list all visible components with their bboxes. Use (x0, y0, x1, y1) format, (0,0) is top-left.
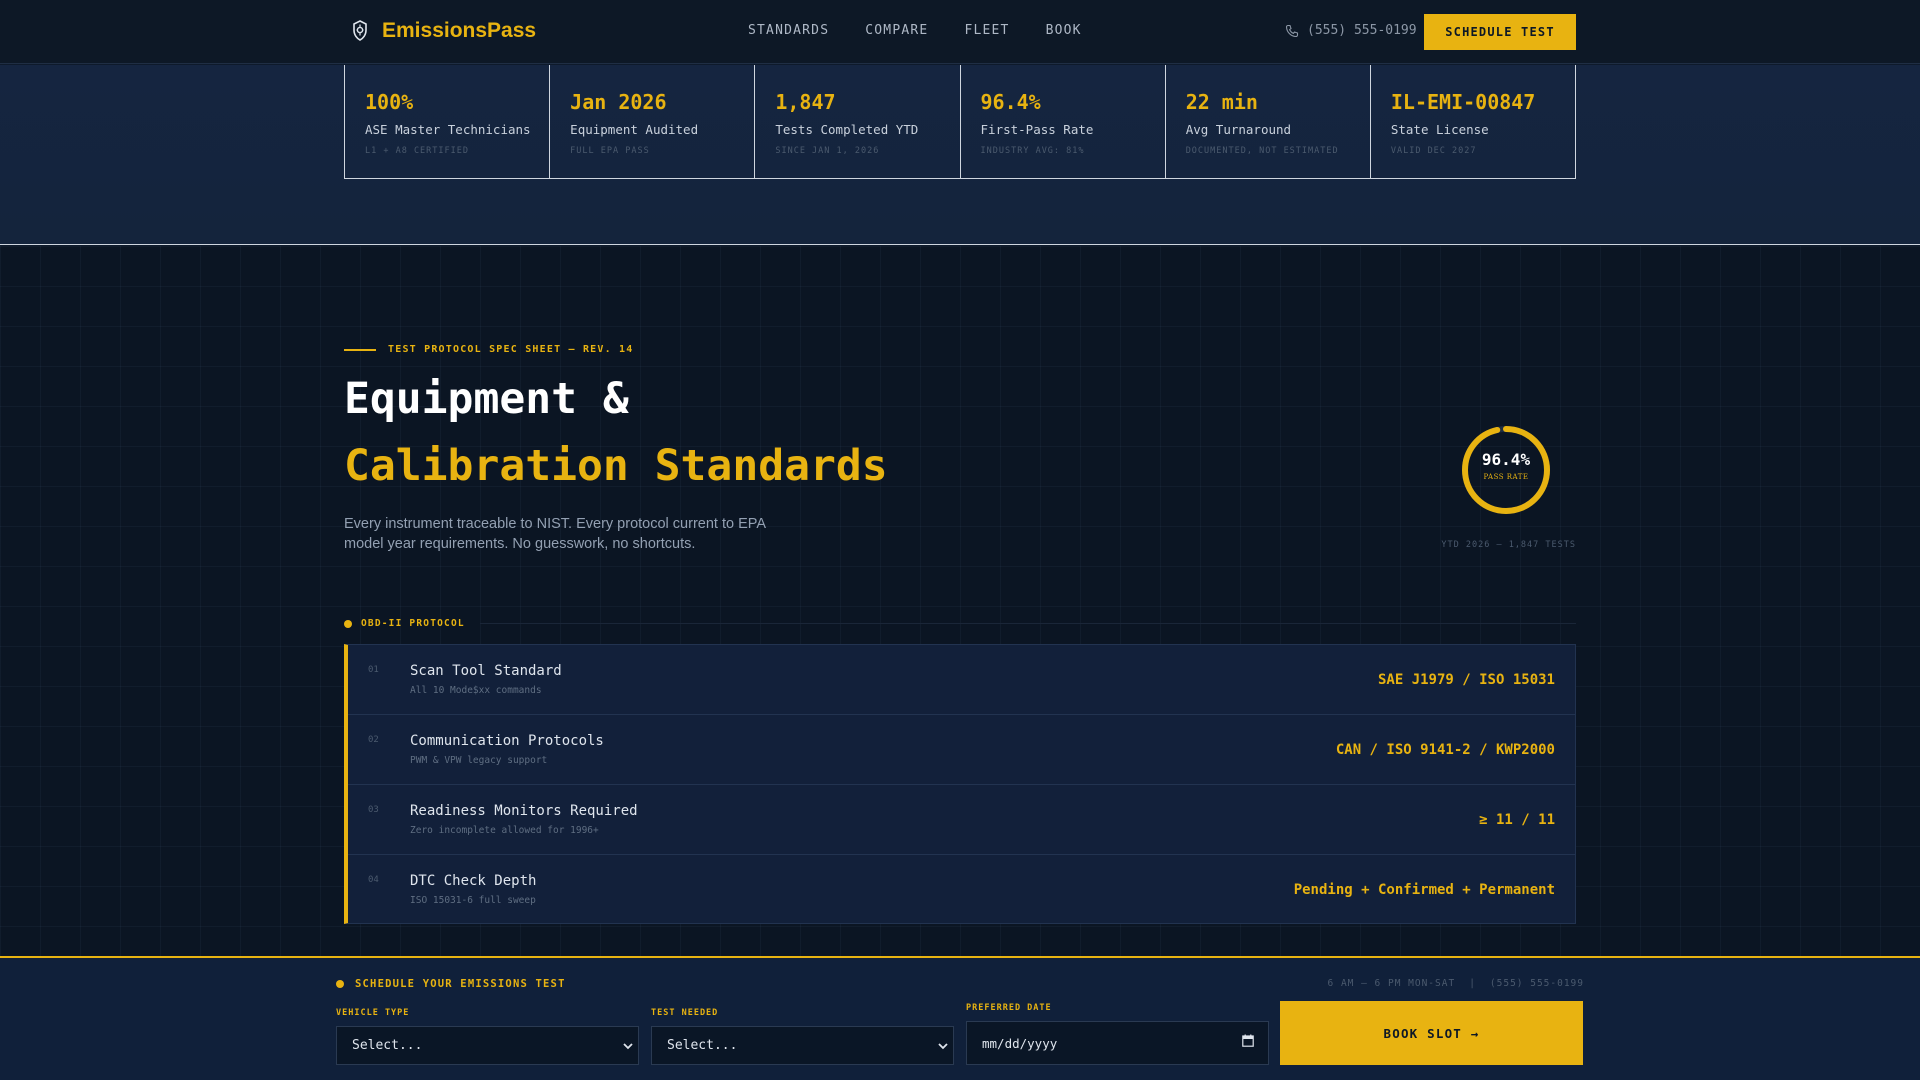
nav-links: STANDARDS COMPARE FLEET BOOK (748, 23, 1082, 38)
booking-label: SCHEDULE YOUR EMISSIONS TEST (336, 978, 566, 990)
schedule-test-button[interactable]: SCHEDULE TEST (1424, 14, 1576, 50)
nav-link-fleet[interactable]: FLEET (964, 23, 1009, 38)
stat-value: 96.4% (980, 90, 1041, 114)
nav-link-standards[interactable]: STANDARDS (748, 23, 829, 38)
test-needed-value: Select... (667, 1038, 738, 1053)
nav-phone[interactable]: (555) 555-0199 (1285, 23, 1417, 38)
row-number: 01 (368, 665, 379, 675)
row-value: CAN / ISO 9141-2 / KWP2000 (1335, 742, 1555, 758)
status-dot-icon (336, 980, 344, 988)
chevron-down-icon (938, 1043, 948, 1050)
emissions-badge-icon (353, 20, 367, 41)
booking-label-text: SCHEDULE YOUR EMISSIONS TEST (355, 978, 566, 990)
stat-value: 100% (365, 90, 414, 114)
row-subtitle: All 10 Mode$xx commands (410, 685, 542, 696)
preferred-date-label: PREFERRED DATE (966, 1003, 1052, 1013)
stat-label: ASE Master Technicians (365, 122, 531, 137)
row-subtitle: Zero incomplete allowed for 1996+ (410, 825, 599, 836)
brand-name: EmissionsPass (382, 19, 537, 42)
chevron-down-icon (623, 1043, 633, 1050)
book-slot-button[interactable]: BOOK SLOT → (1280, 1001, 1583, 1065)
nav-link-book[interactable]: BOOK (1046, 23, 1082, 38)
stat-tests-completed: 1,847 Tests Completed YTD SINCE JAN 1, 2… (755, 65, 961, 178)
row-title: Communication Protocols (410, 733, 604, 749)
nav-link-compare[interactable]: COMPARE (865, 23, 928, 38)
row-value: SAE J1979 / ISO 15031 (1377, 672, 1555, 688)
eyebrow: TEST PROTOCOL SPEC SHEET — REV. 14 (344, 344, 634, 355)
test-needed-select[interactable]: Select... (651, 1026, 954, 1065)
row-title: DTC Check Depth (410, 873, 537, 889)
phone-icon (1285, 24, 1299, 37)
table-row: 04 DTC Check Depth ISO 15031-6 full swee… (348, 855, 1575, 925)
section-label-text: OBD-II PROTOCOL (361, 618, 465, 629)
stat-label: Avg Turnaround (1185, 122, 1292, 137)
stat-label: First-Pass Rate (980, 122, 1094, 137)
pass-rate-gauge: 96.4% PASS RATE (1459, 423, 1553, 517)
section-divider (479, 623, 1576, 624)
test-needed-label: TEST NEEDED (651, 1008, 719, 1018)
row-title: Scan Tool Standard (410, 663, 562, 679)
nav-phone-number: (555) 555-0199 (1307, 23, 1417, 38)
vehicle-type-label: VEHICLE TYPE (336, 1008, 410, 1018)
stat-state-license: IL-EMI-00847 State License VALID DEC 202… (1371, 65, 1575, 178)
stat-sub: L1 + A8 CERTIFIED (365, 146, 469, 156)
eyebrow-rule (344, 348, 376, 351)
row-subtitle: ISO 15031-6 full sweep (410, 895, 536, 906)
brand[interactable]: EmissionsPass (352, 19, 536, 43)
table-row: 02 Communication Protocols PWM & VPW leg… (348, 715, 1575, 785)
spec-table: 01 Scan Tool Standard All 10 Mode$xx com… (344, 644, 1576, 924)
stats-grid: 100% ASE Master Technicians L1 + A8 CERT… (344, 65, 1576, 179)
stat-label: Equipment Audited (570, 122, 699, 137)
obd-protocol-label: OBD-II PROTOCOL (344, 618, 1576, 629)
stat-sub: FULL EPA PASS (570, 146, 650, 156)
stat-value: Jan 2026 (570, 90, 667, 114)
gauge-caption: YTD 2026 — 1,847 TESTS (1441, 540, 1576, 550)
stat-sub: SINCE JAN 1, 2026 (775, 146, 880, 156)
stat-sub: INDUSTRY AVG: 81% (980, 146, 1085, 156)
booking-bar: SCHEDULE YOUR EMISSIONS TEST 6 AM – 6 PM… (0, 956, 1920, 1080)
stat-equipment-audited: Jan 2026 Equipment Audited FULL EPA PASS (550, 65, 756, 178)
stat-value: 22 min (1185, 90, 1258, 114)
row-title: Readiness Monitors Required (410, 803, 638, 819)
page-title-line-2: Calibration Standards (344, 441, 888, 491)
stat-sub: VALID DEC 2027 (1390, 146, 1477, 156)
stat-value: 1,847 (775, 90, 836, 114)
gauge-arc (1462, 426, 1550, 514)
hours-text: 6 AM – 6 PM MON-SAT (1327, 978, 1456, 989)
stat-label: State License (1390, 122, 1489, 137)
stat-sub: DOCUMENTED, NOT ESTIMATED (1185, 146, 1339, 156)
row-value: ≥ 11 / 11 (1479, 812, 1555, 828)
eyebrow-text: TEST PROTOCOL SPEC SHEET — REV. 14 (388, 344, 634, 355)
stat-ase-technicians: 100% ASE Master Technicians L1 + A8 CERT… (345, 65, 551, 178)
stat-label: Tests Completed YTD (775, 122, 919, 137)
stats-band: 100% ASE Master Technicians L1 + A8 CERT… (0, 65, 1920, 245)
preferred-date-input[interactable]: mm/dd/yyyy (966, 1021, 1269, 1065)
date-placeholder: mm/dd/yyyy (982, 1035, 1058, 1051)
booking-phone[interactable]: (555) 555-0199 (1490, 978, 1584, 989)
separator: | (1469, 978, 1476, 989)
vehicle-type-value: Select... (352, 1038, 423, 1053)
gauge-label: PASS RATE (1483, 473, 1529, 481)
intro-text: Every instrument traceable to NIST. Ever… (344, 516, 766, 552)
gauge-value: 96.4% (1481, 450, 1531, 469)
row-number: 02 (368, 735, 379, 745)
table-row: 03 Readiness Monitors Required Zero inco… (348, 785, 1575, 855)
table-row: 01 Scan Tool Standard All 10 Mode$xx com… (348, 645, 1575, 715)
status-dot-icon (344, 619, 352, 628)
row-number: 03 (368, 805, 379, 815)
top-nav: EmissionsPass STANDARDS COMPARE FLEET BO… (0, 0, 1920, 64)
gauge-ring (1462, 426, 1550, 514)
calendar-icon[interactable] (1242, 1034, 1254, 1047)
stat-avg-turnaround: 22 min Avg Turnaround DOCUMENTED, NOT ES… (1166, 65, 1371, 178)
stat-first-pass-rate: 96.4% First-Pass Rate INDUSTRY AVG: 81% (961, 65, 1166, 178)
row-subtitle: PWM & VPW legacy support (410, 755, 548, 766)
row-number: 04 (368, 875, 379, 885)
vehicle-type-select[interactable]: Select... (336, 1026, 639, 1065)
booking-hours: 6 AM – 6 PM MON-SAT | (555) 555-0199 (1328, 978, 1584, 989)
spec-sheet-section: TEST PROTOCOL SPEC SHEET — REV. 14 Equip… (0, 246, 1920, 956)
stat-value: IL-EMI-00847 (1390, 90, 1536, 114)
page-title-line-1: Equipment & (344, 374, 629, 424)
row-value: Pending + Confirmed + Permanent (1293, 882, 1555, 898)
